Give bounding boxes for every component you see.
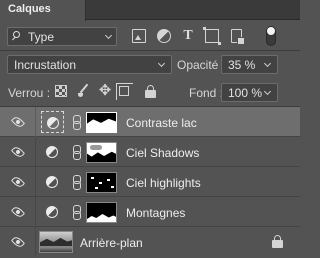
adjustment-layer-thumbnail[interactable]	[41, 171, 64, 193]
layer-row-ciel-shadows[interactable]: Ciel Shadows	[0, 137, 300, 167]
chevron-down-icon	[104, 31, 113, 40]
link-chain-icon[interactable]	[72, 145, 81, 160]
visibility-divider	[35, 167, 36, 197]
lock-transparency-icon[interactable]	[55, 85, 67, 97]
adjustment-icon	[46, 206, 58, 218]
filter-kind-label: Type	[28, 30, 55, 44]
layer-name[interactable]: Ciel Shadows	[126, 146, 199, 160]
layer-mask-thumbnail[interactable]	[86, 172, 117, 193]
background-layer-thumbnail[interactable]	[39, 231, 73, 253]
link-chain-icon[interactable]	[72, 175, 81, 190]
layer-filter-kind-select[interactable]: Type	[7, 27, 117, 46]
eye-icon[interactable]	[10, 174, 26, 190]
type-filter-icon[interactable]: T	[181, 29, 195, 43]
fill-value: 100 %	[228, 86, 263, 100]
layer-row-arriere-plan[interactable]: Arrière-plan	[0, 227, 300, 257]
layer-mask-thumbnail[interactable]	[86, 142, 117, 163]
shape-filter-icon[interactable]	[203, 27, 221, 45]
fill-field[interactable]: 100 %	[221, 83, 278, 102]
lock-icon-body	[145, 90, 156, 98]
image-filter-icon[interactable]	[132, 29, 146, 43]
layer-row-contraste-lac[interactable]: Contraste lac	[0, 107, 300, 137]
eye-icon[interactable]	[10, 114, 26, 130]
opacity-field[interactable]: 35 %	[221, 55, 278, 74]
filter-toggle[interactable]	[266, 26, 276, 46]
layer-row-ciel-highlights[interactable]: Ciel highlights	[0, 167, 300, 197]
chevron-down-icon	[157, 59, 166, 68]
lock-artboard-icon[interactable]	[116, 83, 133, 100]
lock-all-icon[interactable]	[144, 84, 158, 98]
opacity-value: 35 %	[228, 58, 256, 72]
blend-mode-select[interactable]: Incrustation	[7, 55, 172, 74]
chevron-down-icon	[263, 59, 272, 68]
panel-tab-bar: Calques	[0, 0, 300, 21]
lock-icon[interactable]	[272, 235, 284, 249]
layer-row-montagnes[interactable]: Montagnes	[0, 197, 300, 227]
link-chain-icon[interactable]	[72, 205, 81, 220]
layer-mask-thumbnail[interactable]	[86, 112, 117, 133]
layers-list: Contraste lac Ciel Shadows Ciel highligh…	[0, 107, 300, 258]
visibility-divider	[35, 227, 36, 257]
eye-icon[interactable]	[10, 234, 26, 250]
adjustment-icon	[46, 176, 58, 188]
chevron-down-icon	[263, 87, 272, 96]
layer-name[interactable]: Contraste lac	[126, 116, 197, 130]
layer-name[interactable]: Ciel highlights	[126, 176, 201, 190]
visibility-divider	[35, 107, 36, 137]
adjustment-layer-thumbnail[interactable]	[41, 201, 64, 223]
layers-tab[interactable]: Calques	[0, 0, 86, 21]
lock-label: Verrou :	[8, 86, 51, 100]
blend-mode-value: Incrustation	[14, 58, 77, 72]
visibility-divider	[35, 137, 36, 167]
search-icon-handle	[12, 36, 16, 41]
lock-pixels-brush-icon[interactable]	[77, 84, 91, 98]
layer-name[interactable]: Arrière-plan	[80, 236, 143, 250]
layer-mask-thumbnail[interactable]	[86, 202, 117, 223]
adjustment-layer-thumbnail[interactable]	[41, 111, 64, 133]
filter-toggle-knob	[267, 27, 275, 35]
eye-icon[interactable]	[10, 204, 26, 220]
link-chain-icon[interactable]	[72, 115, 81, 130]
smart-object-filter-icon[interactable]	[231, 29, 245, 45]
layer-name[interactable]: Montagnes	[126, 206, 185, 220]
adjustment-filter-icon[interactable]	[157, 29, 171, 43]
divider	[0, 50, 300, 51]
adjustment-icon	[46, 146, 58, 158]
visibility-divider	[35, 197, 36, 227]
eye-icon[interactable]	[10, 144, 26, 160]
lock-position-move-icon[interactable]: ✥	[98, 83, 112, 98]
adjustment-icon	[47, 117, 59, 129]
adjustment-layer-thumbnail[interactable]	[41, 141, 64, 163]
opacity-label: Opacité :	[177, 58, 226, 72]
fill-label: Fond :	[189, 86, 224, 100]
